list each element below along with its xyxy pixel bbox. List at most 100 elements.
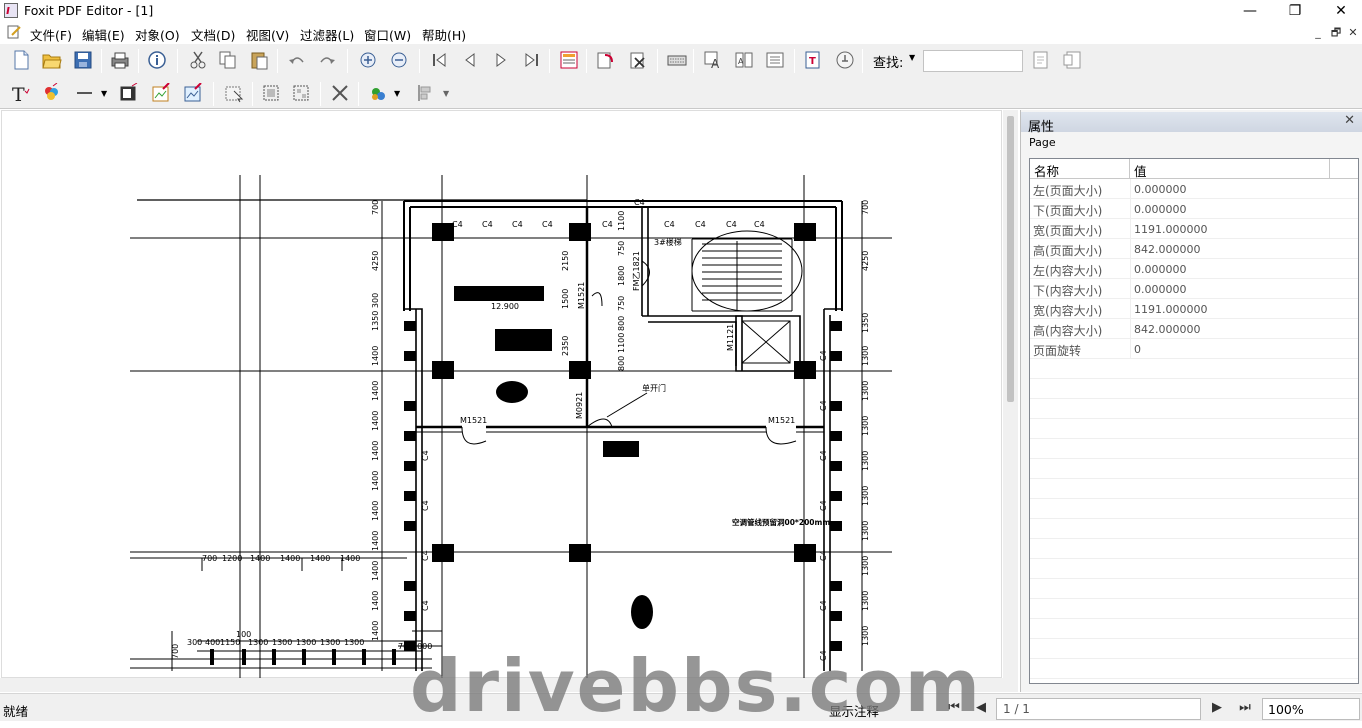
insert-text-icon[interactable]: T (803, 50, 823, 70)
text-columns-icon[interactable] (765, 50, 785, 70)
pdf-page[interactable]: 12.900 3#楼梯 单开门 空调管线预留洞00*200mm M1521 M1… (1, 110, 1002, 679)
find-input[interactable] (923, 50, 1023, 72)
align-text-icon[interactable]: A (734, 50, 754, 70)
label-window-c4: C4 (634, 198, 645, 207)
align-dropdown[interactable]: ▼ (443, 89, 463, 109)
previous-page-icon[interactable] (460, 50, 480, 70)
page-properties-icon[interactable] (559, 50, 579, 70)
first-page-icon[interactable] (429, 50, 449, 70)
edit-image-icon[interactable] (151, 83, 171, 103)
open-folder-icon[interactable] (42, 50, 62, 70)
print-icon[interactable] (110, 50, 130, 70)
info-icon[interactable] (147, 50, 167, 70)
cut-icon[interactable] (188, 50, 208, 70)
mdi-close-button[interactable]: ✕ (1345, 26, 1361, 40)
properties-close-icon[interactable]: ✕ (1344, 113, 1355, 128)
table-row[interactable]: 页面旋转 0 (1030, 339, 1358, 359)
table-row[interactable]: 左(页面大小) 0.000000 (1030, 179, 1358, 199)
next-page-nav-icon[interactable]: ▶ (1208, 699, 1226, 717)
table-row[interactable]: 左(内容大小) 0.000000 (1030, 259, 1358, 279)
menu-file[interactable]: 文件(F) (30, 25, 72, 44)
menu-document[interactable]: 文档(D) (191, 25, 235, 44)
delete-page-icon[interactable] (628, 50, 648, 70)
menu-edit[interactable]: 编辑(E) (82, 25, 125, 44)
next-page-icon[interactable] (491, 50, 511, 70)
menu-window[interactable]: 窗口(W) (364, 25, 411, 44)
redo-icon[interactable] (317, 50, 337, 70)
find-previous-icon[interactable] (1031, 50, 1051, 70)
label-door-m1521-mid: M1521 (577, 282, 586, 309)
svg-text:1100: 1100 (617, 333, 626, 353)
svg-text:1100: 1100 (617, 211, 626, 231)
find-next-icon[interactable] (1062, 50, 1082, 70)
svg-text:2150: 2150 (561, 251, 570, 271)
page-number-field[interactable]: 1 / 1 (996, 698, 1201, 720)
watermark: drivebbs.com (410, 644, 982, 728)
new-file-icon[interactable] (11, 50, 31, 70)
tab-page[interactable]: Page (1029, 136, 1056, 149)
rotate-page-icon[interactable] (595, 50, 615, 70)
paste-icon[interactable] (249, 50, 269, 70)
svg-text:1400: 1400 (371, 411, 380, 431)
zoom-level-field[interactable]: 100% (1262, 698, 1360, 720)
menu-help[interactable]: 帮助(H) (422, 25, 466, 44)
group-objects-icon[interactable] (261, 83, 281, 103)
mdi-minimize-button[interactable]: _ (1310, 26, 1326, 40)
svg-text:1300: 1300 (248, 638, 268, 647)
table-row[interactable]: 下(页面大小) 0.000000 (1030, 199, 1358, 219)
stamp-icon[interactable] (835, 50, 855, 70)
align-objects-icon[interactable] (416, 83, 436, 103)
document-edit-icon[interactable] (7, 25, 22, 39)
delete-object-icon[interactable] (330, 83, 350, 103)
undo-icon[interactable] (287, 50, 307, 70)
text-tool-icon[interactable]: A (703, 50, 723, 70)
svg-text:C4: C4 (421, 500, 430, 511)
table-row[interactable]: 宽(内容大小) 1191.000000 (1030, 299, 1358, 319)
ungroup-objects-icon[interactable] (291, 83, 311, 103)
layers-dropdown[interactable]: ▼ (394, 89, 414, 109)
copy-icon[interactable] (218, 50, 238, 70)
maximize-button[interactable]: ❐ (1272, 1, 1318, 21)
color-palette-icon[interactable] (41, 83, 61, 103)
zoom-in-icon[interactable] (358, 50, 378, 70)
column-header-name[interactable]: 名称 (1030, 159, 1130, 179)
document-view[interactable]: 12.900 3#楼梯 单开门 空调管线预留洞00*200mm M1521 M1… (0, 110, 1018, 692)
table-row[interactable]: 宽(页面大小) 1191.000000 (1030, 219, 1358, 239)
column-header-value[interactable]: 值 (1130, 159, 1330, 179)
find-options-dropdown[interactable]: ▼ (909, 53, 915, 62)
minimize-button[interactable]: — (1227, 1, 1273, 21)
label-door-fm: FM乙1821 (632, 251, 641, 291)
menu-view[interactable]: 视图(V) (246, 25, 289, 44)
insert-image-icon[interactable] (183, 83, 203, 103)
line-tool-icon[interactable] (74, 83, 94, 103)
svg-text:1400: 1400 (371, 381, 380, 401)
menu-bar: 文件(F) 编辑(E) 对象(O) 文档(D) 视图(V) 过滤器(L) 窗口(… (0, 22, 1362, 43)
keyboard-icon[interactable] (667, 50, 687, 70)
svg-text:1500: 1500 (561, 289, 570, 309)
svg-text:1300: 1300 (861, 556, 870, 576)
mdi-restore-button[interactable]: 🗗 (1328, 26, 1344, 40)
last-page-nav-icon[interactable]: ⏭ (1236, 699, 1254, 717)
close-button[interactable]: ✕ (1318, 1, 1362, 21)
svg-text:C4: C4 (421, 450, 430, 461)
rectangle-tool-icon[interactable] (119, 83, 139, 103)
vertical-scrollbar[interactable] (1003, 110, 1018, 692)
zoom-out-icon[interactable] (389, 50, 409, 70)
save-icon[interactable] (73, 50, 93, 70)
svg-text:1300: 1300 (296, 638, 316, 647)
menu-object[interactable]: 对象(O) (135, 25, 180, 44)
svg-text:C4: C4 (452, 220, 463, 229)
svg-text:C4: C4 (421, 550, 430, 561)
find-label: 查找: (873, 56, 904, 71)
table-row[interactable]: 高(内容大小) 842.000000 (1030, 319, 1358, 339)
line-options-dropdown[interactable]: ▼ (101, 89, 121, 109)
table-row[interactable]: 下(内容大小) 0.000000 (1030, 279, 1358, 299)
object-layers-icon[interactable] (368, 83, 388, 103)
select-object-icon[interactable] (224, 83, 244, 103)
title-bar: Foxit PDF Editor - [1] — ❐ ✕ (0, 0, 1362, 22)
last-page-icon[interactable] (522, 50, 542, 70)
table-row[interactable]: 高(页面大小) 842.000000 (1030, 239, 1358, 259)
menu-filter[interactable]: 过滤器(L) (300, 25, 354, 44)
add-text-icon[interactable]: T (10, 83, 30, 103)
vertical-scrollbar-thumb[interactable] (1007, 116, 1014, 402)
